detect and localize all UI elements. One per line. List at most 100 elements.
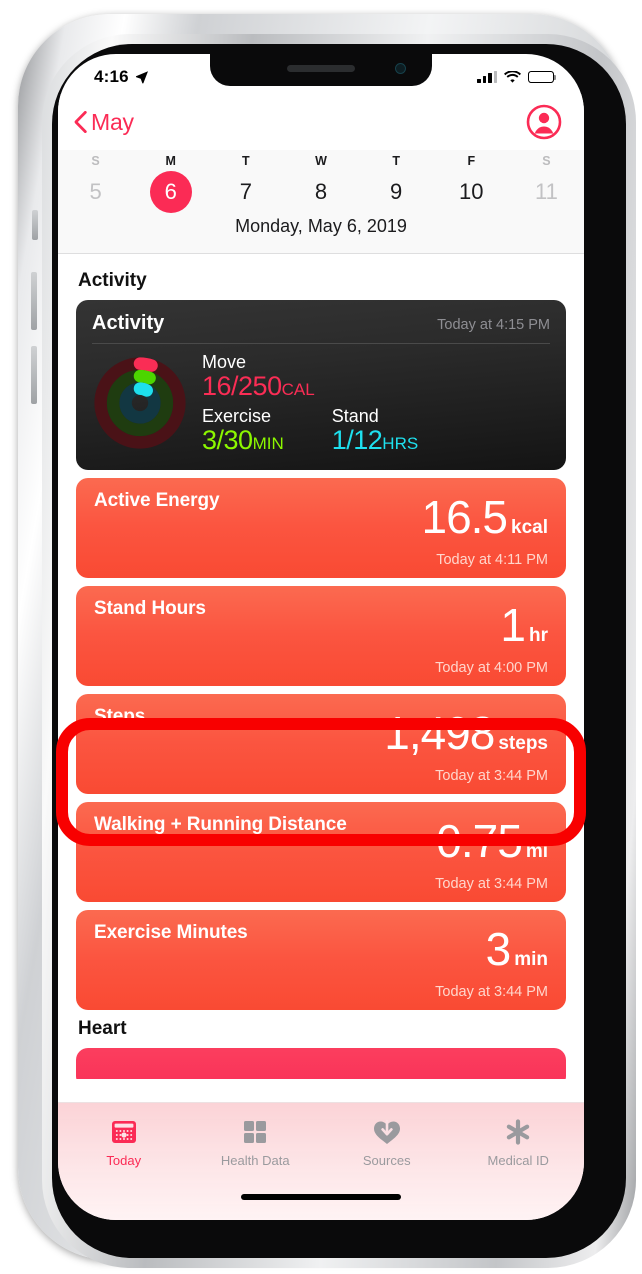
- move-value: 16/250: [202, 371, 282, 402]
- tab-label-sources: Sources: [362, 1153, 411, 1168]
- divider: [92, 343, 550, 344]
- chevron-left-icon: [74, 111, 87, 133]
- metric-unit: kcal: [511, 516, 548, 538]
- stand-label: Stand: [331, 405, 379, 426]
- metric-unit: steps: [498, 732, 548, 754]
- move-value-row: 16/250CAL: [202, 371, 550, 402]
- home-indicator[interactable]: [241, 1194, 401, 1200]
- exercise-metric: Exercise 3/30MIN: [202, 406, 284, 456]
- status-time: 4:16: [94, 67, 129, 86]
- day-initial: F: [467, 154, 476, 168]
- selected-date-label: Monday, May 6, 2019: [235, 216, 407, 236]
- day-initial: W: [315, 154, 327, 168]
- day-initial: T: [242, 154, 250, 168]
- date-cell-8[interactable]: 8: [300, 171, 342, 213]
- day-initial: T: [392, 154, 400, 168]
- activity-summary-card[interactable]: Activity Today at 4:15 PM Move 16/250CAL…: [76, 300, 566, 470]
- metric-value: 1: [500, 598, 526, 651]
- date-cell-5[interactable]: 5: [75, 171, 117, 213]
- stand-unit: HRS: [382, 434, 419, 453]
- metric-value: 0.75: [436, 814, 523, 867]
- silent-switch[interactable]: [32, 210, 38, 240]
- metric-timestamp: Today at 3:44 PM: [435, 767, 548, 784]
- day-initial: S: [91, 154, 100, 168]
- metric-card-exercise-minutes[interactable]: Exercise Minutes 3 min Today at 3:44 PM: [76, 909, 566, 1010]
- move-label: Move: [202, 352, 247, 372]
- metric-title: Stand Hours: [94, 597, 206, 619]
- stand-value: 1/12: [331, 425, 383, 455]
- exercise-value-row: 3/30MIN: [202, 425, 284, 456]
- metric-unit: hr: [529, 624, 548, 646]
- stand-metric: Stand 1/12HRS: [332, 406, 418, 456]
- wifi-icon: [504, 70, 521, 83]
- profile-person-icon[interactable]: [526, 104, 562, 140]
- exercise-stand-row: Exercise 3/30MIN Stand 1/12HRS: [202, 406, 550, 456]
- metric-title: Exercise Minutes: [94, 921, 248, 943]
- exercise-value: 3/30: [202, 425, 253, 455]
- status-bar-right: [477, 70, 557, 84]
- metric-timestamp: Today at 3:44 PM: [435, 983, 548, 1000]
- heart-cards-container: [58, 1047, 584, 1079]
- activity-card-title: Activity: [92, 312, 165, 334]
- metric-value: 16.5: [421, 490, 508, 543]
- volume-up-button[interactable]: [31, 272, 37, 330]
- week-strip: S M T W T F S 5 6 7 8 9 10 11 Monday, Ma…: [58, 150, 584, 253]
- day-initial: S: [542, 154, 551, 168]
- metric-card-heart-peek[interactable]: [76, 1047, 566, 1079]
- metric-card-steps[interactable]: Steps 1,498 steps Today at 3:44 PM: [76, 693, 566, 794]
- back-button-label: May: [91, 108, 134, 135]
- date-cell-6-selected[interactable]: 6: [149, 171, 192, 213]
- navigation-bar: May: [58, 94, 584, 150]
- activity-metrics: Move 16/250CAL Exercise 3/30MIN Stand 1/…: [202, 350, 550, 456]
- metric-card-walking-running-distance[interactable]: Walking + Running Distance 0.75 mi Today…: [76, 801, 566, 902]
- metric-value-row: 0.75 mi: [436, 818, 548, 864]
- tab-bar: Today Health Data Sources Medical ID: [58, 1102, 584, 1220]
- battery-icon: [528, 70, 557, 84]
- metric-unit: min: [514, 948, 548, 970]
- metric-timestamp: Today at 4:11 PM: [436, 551, 548, 568]
- day-initials-row: S M T W T F S: [58, 152, 584, 170]
- back-button[interactable]: May: [74, 109, 134, 136]
- medical-asterisk-icon: [504, 1117, 532, 1147]
- cellular-bars-icon: [477, 71, 497, 83]
- activity-card-body: Move 16/250CAL Exercise 3/30MIN Stand 1/…: [92, 350, 550, 456]
- grid-squares-icon: [241, 1117, 269, 1147]
- move-unit: CAL: [281, 380, 315, 400]
- activity-rings-icon: [94, 357, 186, 449]
- tab-today[interactable]: Today: [58, 1117, 190, 1168]
- section-header-heart: Heart: [78, 1017, 127, 1039]
- date-cell-10[interactable]: 10: [450, 171, 492, 213]
- calendar-icon: [110, 1117, 138, 1147]
- activity-card-header: Activity Today at 4:15 PM: [92, 312, 550, 335]
- today-scroll-content[interactable]: Activity Activity Today at 4:15 PM Move …: [58, 254, 584, 1079]
- tab-medical-id[interactable]: Medical ID: [453, 1117, 585, 1168]
- metric-value-row: 3 min: [486, 926, 548, 972]
- status-bar: 4:16: [58, 54, 584, 94]
- tab-label-health-data: Health Data: [220, 1153, 290, 1168]
- activity-card-timestamp: Today at 4:15 PM: [437, 317, 550, 333]
- metric-card-active-energy[interactable]: Active Energy 16.5 kcal Today at 4:11 PM: [76, 477, 566, 578]
- screenshot-stage: 4:16 May S M T W T F S 5 6 7 8 9 10 11 M…: [0, 0, 642, 1274]
- date-numbers-row: 5 6 7 8 9 10 11: [58, 170, 584, 214]
- metric-unit: mi: [525, 840, 548, 862]
- metric-value: 1,498: [384, 706, 495, 759]
- tab-sources[interactable]: Sources: [321, 1117, 453, 1168]
- metric-card-stand-hours[interactable]: Stand Hours 1 hr Today at 4:00 PM: [76, 585, 566, 686]
- metric-timestamp: Today at 3:44 PM: [435, 875, 548, 892]
- date-cell-7[interactable]: 7: [225, 171, 267, 213]
- tab-label-medical-id: Medical ID: [487, 1153, 549, 1168]
- stand-value-row: 1/12HRS: [331, 425, 419, 456]
- tab-health-data[interactable]: Health Data: [190, 1117, 322, 1168]
- section-header-activity: Activity: [78, 270, 147, 291]
- heart-download-icon: [372, 1117, 402, 1147]
- metric-value-row: 16.5 kcal: [421, 494, 548, 540]
- cards-container: Activity Today at 4:15 PM Move 16/250CAL…: [58, 300, 584, 1010]
- location-arrow-icon: [135, 71, 148, 84]
- metric-timestamp: Today at 4:00 PM: [435, 659, 548, 676]
- volume-down-button[interactable]: [31, 346, 37, 404]
- phone-screen: 4:16 May S M T W T F S 5 6 7 8 9 10 11 M…: [58, 54, 584, 1220]
- metric-value: 3: [485, 922, 512, 975]
- day-initial: M: [165, 154, 176, 168]
- date-cell-11[interactable]: 11: [525, 171, 567, 213]
- date-cell-9[interactable]: 9: [375, 171, 417, 213]
